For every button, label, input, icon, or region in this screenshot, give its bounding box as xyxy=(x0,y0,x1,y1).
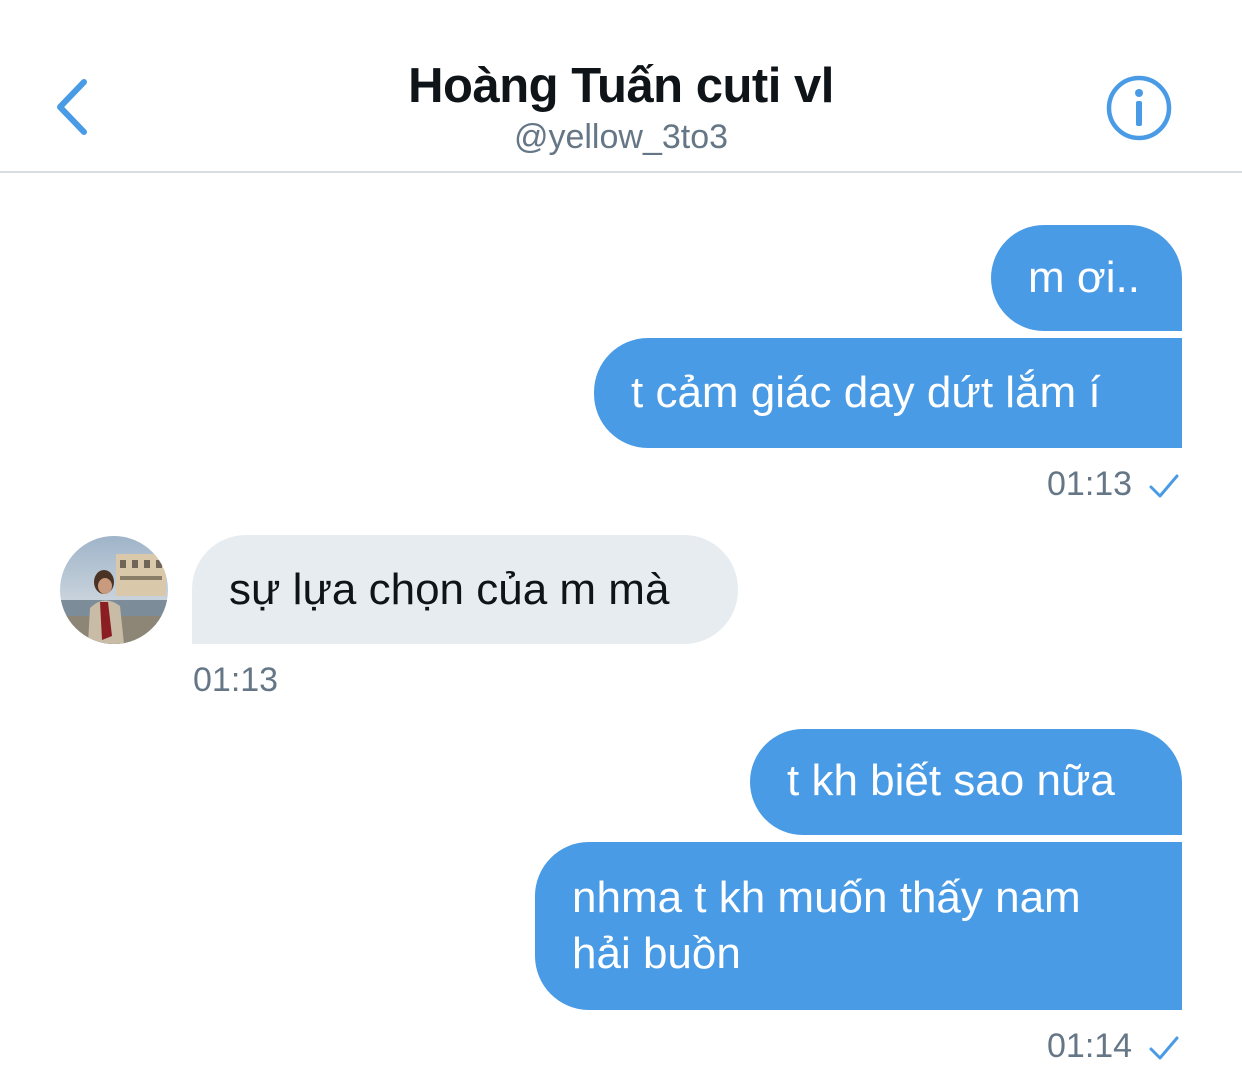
message-timestamp: 01:14 xyxy=(1047,1027,1133,1065)
info-button[interactable] xyxy=(1106,75,1172,141)
message-text: m ơi.. xyxy=(1028,253,1140,302)
message-bubble-received[interactable]: sự lựa chọn của m mà xyxy=(192,535,738,644)
message-bubble-sent[interactable]: t kh biết sao nữa xyxy=(750,729,1182,835)
message-timestamp: 01:13 xyxy=(193,661,279,699)
conversation-title[interactable]: Hoàng Tuấn cuti vl xyxy=(0,56,1242,116)
message-text: nhma t kh muốn thấy nam hải buồn xyxy=(572,873,1081,978)
message-timestamp: 01:13 xyxy=(1047,465,1133,503)
checkmark-icon xyxy=(1148,472,1180,505)
message-text: t kh biết sao nữa xyxy=(787,756,1115,805)
message-bubble-sent[interactable]: nhma t kh muốn thấy nam hải buồn xyxy=(535,842,1182,1010)
header-title-block: Hoàng Tuấn cuti vl @yellow_3to3 xyxy=(0,56,1242,158)
checkmark-icon xyxy=(1148,1034,1180,1067)
message-text: t cảm giác day dứt lắm í xyxy=(631,368,1101,417)
avatar[interactable] xyxy=(60,536,168,644)
conversation-header: Hoàng Tuấn cuti vl @yellow_3to3 xyxy=(0,0,1242,173)
message-bubble-sent[interactable]: t cảm giác day dứt lắm í xyxy=(594,338,1182,448)
message-bubble-sent[interactable]: m ơi.. xyxy=(991,225,1182,331)
message-text: sự lựa chọn của m mà xyxy=(229,565,670,614)
info-icon xyxy=(1106,75,1172,141)
conversation-handle: @yellow_3to3 xyxy=(513,118,729,156)
